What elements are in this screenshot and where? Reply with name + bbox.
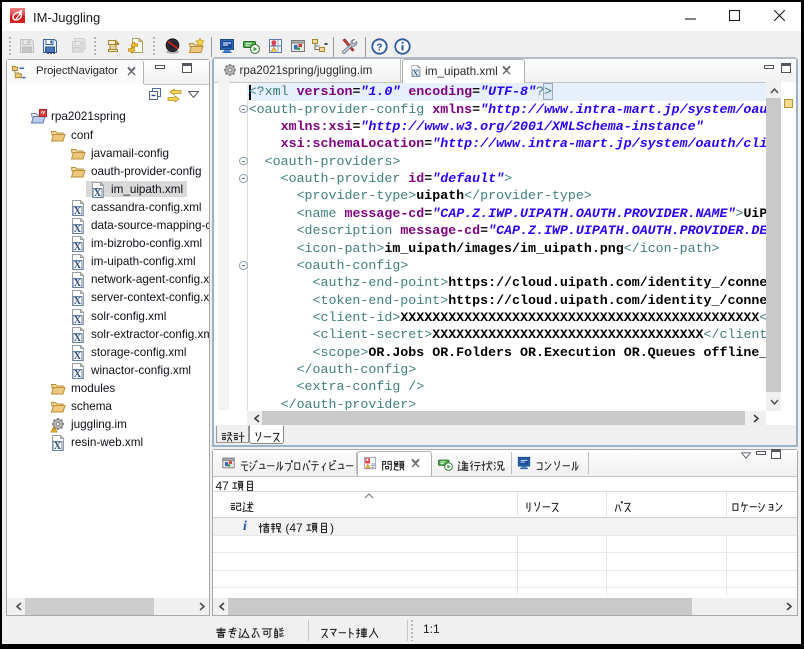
svg-text:X: X (74, 297, 82, 307)
svg-text:X: X (413, 68, 419, 77)
svg-text:X: X (74, 333, 82, 343)
svg-text:X: X (74, 315, 82, 325)
svg-text:X: X (74, 369, 82, 379)
svg-text:X: X (74, 206, 82, 216)
svg-text:X: X (74, 242, 82, 252)
svg-text:X: X (94, 188, 102, 198)
svg-text:X: X (74, 224, 82, 234)
svg-text:?: ? (376, 41, 382, 53)
svg-text:X: X (74, 351, 82, 361)
svg-text:X: X (74, 278, 82, 288)
svg-text:X: X (74, 260, 82, 270)
svg-text:X: X (54, 441, 62, 451)
